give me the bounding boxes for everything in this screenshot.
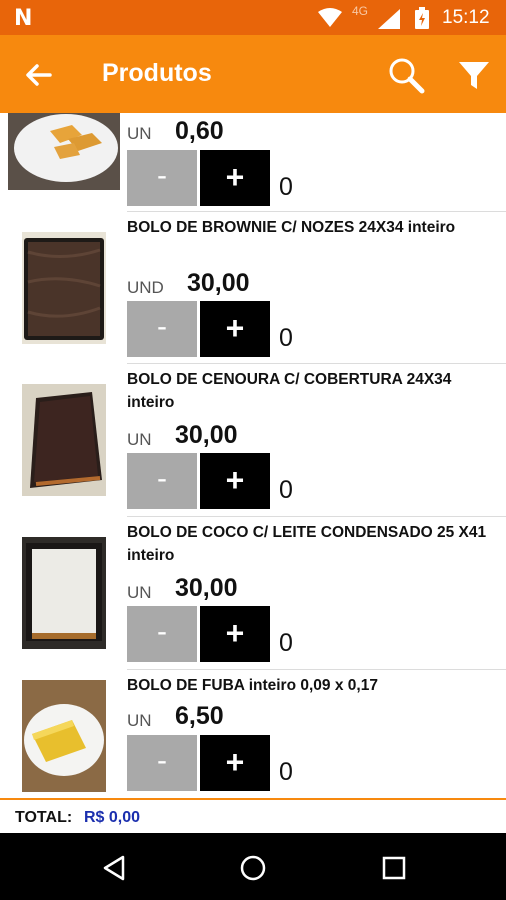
decrease-quantity-button[interactable]: - [127,735,197,791]
total-bar: TOTAL: R$ 0,00 [0,798,506,833]
decrease-quantity-button[interactable]: - [127,301,197,357]
recents-nav-icon[interactable] [377,851,411,885]
search-icon[interactable] [386,55,426,95]
product-name: BOLO DE COCO C/ LEITE CONDENSADO 25 X41 … [127,524,487,564]
product-image [22,680,106,792]
product-image [22,232,106,344]
product-image [8,113,120,190]
filter-icon[interactable] [456,55,492,95]
page-title: Produtos [102,59,212,87]
network-type: 4G [352,4,369,18]
status-clock: 15:12 [442,7,490,28]
navigation-bar [0,833,506,900]
product-quantity: 0 [279,758,293,786]
increase-quantity-button[interactable]: + [200,606,270,662]
product-name: BOLO DE CENOURA C/ COBERTURA 24X34 intei… [127,371,452,411]
list-divider [127,211,506,212]
home-nav-icon[interactable] [236,851,270,885]
arrow-back-icon[interactable] [22,58,56,92]
product-quantity: 0 [279,476,293,504]
product-unit: UN [127,124,152,143]
increase-quantity-button[interactable]: + [200,453,270,509]
product-price: 6,50 [175,702,224,730]
total-label: TOTAL: [15,809,73,826]
product-unit: UND [127,278,164,297]
product-price: 30,00 [175,421,238,449]
product-unit: UN [127,711,152,730]
battery-icon [415,7,429,29]
product-image [22,537,106,649]
product-quantity: 0 [279,173,293,201]
product-quantity: 0 [279,324,293,352]
cell-signal-icon [378,9,400,29]
product-unit: UN [127,583,152,602]
product-unit: UN [127,430,152,449]
status-bar: N 4G 15:12 [0,0,506,35]
total-value: R$ 0,00 [84,809,141,826]
product-price: 30,00 [187,269,250,297]
decrease-quantity-button[interactable]: - [127,150,197,206]
product-quantity: 0 [279,629,293,657]
product-price: 30,00 [175,574,238,602]
increase-quantity-button[interactable]: + [200,735,270,791]
product-price: 0,60 [175,117,224,145]
product-name: BOLO DE FUBA inteiro 0,09 x 0,17 [127,677,378,694]
list-divider [127,363,506,364]
product-name: BOLO DE BROWNIE C/ NOZES 24X34 inteiro [127,219,456,236]
list-divider [127,516,506,517]
notification-app-icon: N [14,6,33,31]
decrease-quantity-button[interactable]: - [127,453,197,509]
list-divider [127,669,506,670]
back-nav-icon[interactable] [97,851,131,885]
product-image [22,384,106,496]
wifi-icon [318,8,342,27]
increase-quantity-button[interactable]: + [200,150,270,206]
app-bar: Produtos [0,35,506,113]
increase-quantity-button[interactable]: + [200,301,270,357]
product-list[interactable]: UN 0,60 - + 0 BOLO DE BROWNIE C/ NOZES 2… [0,113,506,798]
decrease-quantity-button[interactable]: - [127,606,197,662]
